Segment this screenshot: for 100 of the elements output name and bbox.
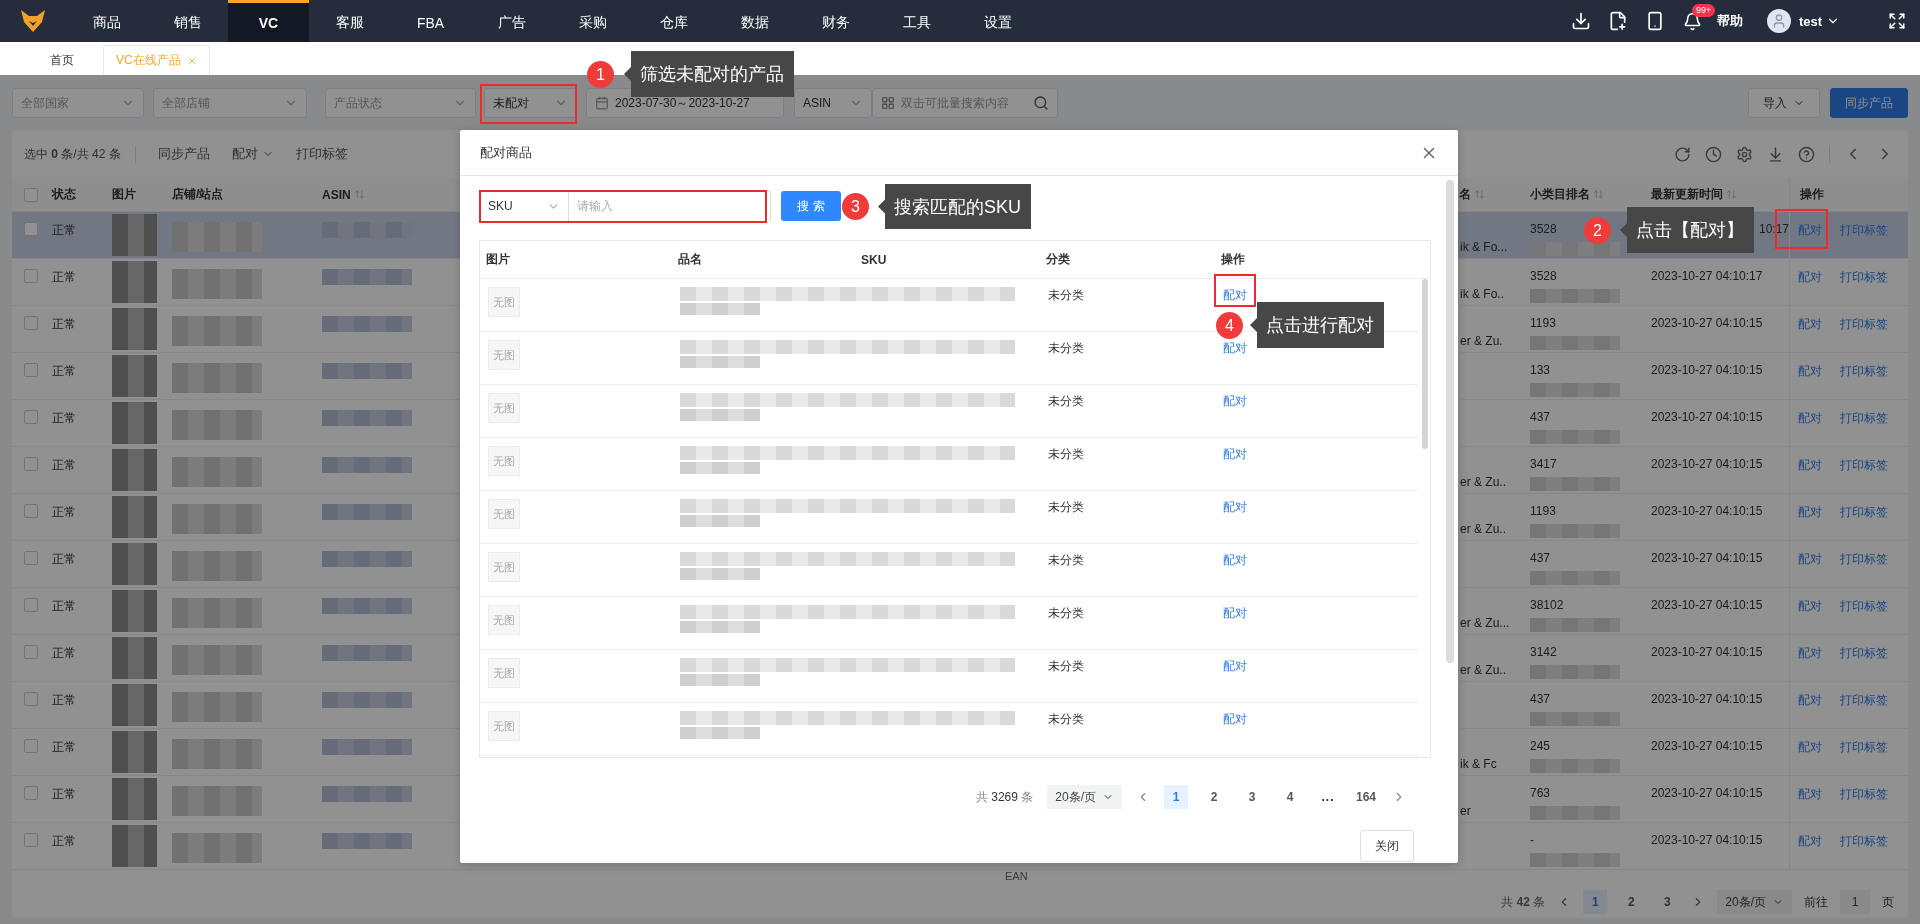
row-checkbox[interactable] [24, 645, 38, 659]
nav-menu-item[interactable]: FBA [390, 0, 471, 42]
pair-link[interactable]: 配对 [1798, 786, 1822, 803]
pair-link[interactable]: 配对 [1223, 552, 1406, 569]
pair-link[interactable]: 配对 [1798, 504, 1822, 521]
page-number[interactable]: 3 [1240, 785, 1264, 809]
nav-menu-item[interactable]: 工具 [876, 0, 957, 42]
user-avatar[interactable] [1766, 9, 1791, 33]
import-button[interactable]: 导入 [1748, 88, 1820, 118]
pair-link[interactable]: 配对 [1223, 287, 1406, 304]
print-label-link[interactable]: 打印标签 [1840, 551, 1888, 568]
row-checkbox[interactable] [24, 833, 38, 847]
pair-link[interactable]: 配对 [1798, 739, 1822, 756]
page-size-select[interactable]: 20条/页 [1717, 890, 1792, 914]
sort-icon[interactable] [1474, 189, 1485, 200]
pair-link[interactable]: 配对 [1798, 410, 1822, 427]
refresh-icon[interactable] [1674, 145, 1691, 163]
search-button[interactable]: 搜 索 [781, 191, 841, 221]
row-checkbox[interactable] [24, 363, 38, 377]
page-number[interactable]: 1 [1583, 890, 1608, 914]
page-size-select[interactable]: 20条/页 [1047, 785, 1122, 809]
settings-icon[interactable] [1736, 145, 1753, 163]
pair-link[interactable]: 配对 [1223, 711, 1406, 728]
toolbar-action[interactable]: 同步产品 [157, 145, 210, 163]
pair-link[interactable]: 配对 [1223, 393, 1406, 410]
sort-icon[interactable] [353, 189, 365, 200]
print-label-link[interactable]: 打印标签 [1840, 269, 1888, 286]
download-icon[interactable] [1571, 11, 1592, 31]
print-label-link[interactable]: 打印标签 [1840, 739, 1888, 756]
goto-page-input[interactable]: 1 [1840, 890, 1870, 914]
grid-icon[interactable] [881, 96, 895, 110]
sort-icon[interactable] [1593, 189, 1604, 200]
sync-button[interactable]: 同步产品 [1830, 88, 1908, 118]
pair-link[interactable]: 配对 [1798, 551, 1822, 568]
page-number[interactable]: 3 [1655, 890, 1680, 914]
nav-menu-item[interactable]: 财务 [795, 0, 876, 42]
help-link[interactable]: 帮助 [1716, 12, 1743, 30]
row-checkbox[interactable] [24, 410, 38, 424]
page-number[interactable]: 2 [1619, 890, 1644, 914]
row-checkbox[interactable] [24, 316, 38, 330]
nav-menu-item[interactable]: 采购 [552, 0, 633, 42]
page-number[interactable]: 164 [1354, 785, 1378, 809]
row-checkbox[interactable] [24, 739, 38, 753]
page-number[interactable]: 4 [1278, 785, 1302, 809]
pair-link[interactable]: 配对 [1223, 658, 1406, 675]
toolbar-action[interactable]: 打印标签 [295, 145, 348, 163]
pair-link[interactable]: 配对 [1798, 598, 1822, 615]
print-label-link[interactable]: 打印标签 [1840, 316, 1888, 333]
print-label-link[interactable]: 打印标签 [1840, 833, 1888, 850]
row-checkbox[interactable] [24, 598, 38, 612]
expand-icon[interactable] [1888, 12, 1906, 30]
print-label-link[interactable]: 打印标签 [1840, 457, 1888, 474]
filter-select[interactable]: 未配对 [484, 88, 577, 118]
user-name[interactable]: test [1798, 13, 1822, 29]
column-header: 分类 [1046, 251, 1070, 268]
pair-link[interactable]: 配对 [1798, 833, 1822, 850]
row-checkbox[interactable] [24, 692, 38, 706]
row-checkbox[interactable] [24, 222, 38, 236]
pair-link[interactable]: 配对 [1798, 645, 1822, 662]
file-plus-icon[interactable] [1608, 11, 1629, 31]
pair-link[interactable]: 配对 [1223, 446, 1406, 463]
print-label-link[interactable]: 打印标签 [1840, 598, 1888, 615]
row-checkbox[interactable] [24, 269, 38, 283]
print-label-link[interactable]: 打印标签 [1840, 504, 1888, 521]
nav-menu-item[interactable]: 销售 [147, 0, 228, 42]
filter-select[interactable]: ASIN [794, 88, 872, 118]
clock-icon[interactable] [1705, 145, 1722, 163]
nav-menu-item[interactable]: 设置 [957, 0, 1038, 42]
print-label-link[interactable]: 打印标签 [1840, 692, 1888, 709]
toolbar-action[interactable]: 配对 [231, 145, 274, 163]
help-icon[interactable] [1798, 145, 1815, 163]
pair-link[interactable]: 配对 [1223, 605, 1406, 622]
row-checkbox[interactable] [24, 457, 38, 471]
row-checkbox[interactable] [24, 504, 38, 518]
row-checkbox[interactable] [24, 786, 38, 800]
sort-icon[interactable] [1726, 189, 1737, 200]
bell-icon[interactable] [1682, 11, 1702, 31]
print-label-link[interactable]: 打印标签 [1840, 363, 1888, 380]
pair-link[interactable]: 配对 [1223, 499, 1406, 516]
nav-menu-item[interactable]: 广告 [471, 0, 552, 42]
nav-menu-item[interactable]: 数据 [714, 0, 795, 42]
page-number[interactable]: 1 [1164, 785, 1188, 809]
nav-menu-item[interactable]: VC [228, 0, 309, 42]
print-label-link[interactable]: 打印标签 [1840, 410, 1888, 427]
page-tab[interactable]: 首页 [32, 45, 92, 75]
close-button[interactable]: 关闭 [1360, 830, 1414, 862]
nav-menu-item[interactable]: 仓库 [633, 0, 714, 42]
pair-link[interactable]: 配对 [1798, 269, 1822, 286]
nav-menu-item[interactable]: 客服 [309, 0, 390, 42]
print-label-link[interactable]: 打印标签 [1840, 786, 1888, 803]
pair-link[interactable]: 配对 [1798, 692, 1822, 709]
row-checkbox[interactable] [24, 551, 38, 565]
print-label-link[interactable]: 打印标签 [1840, 645, 1888, 662]
pair-link[interactable]: 配对 [1798, 316, 1822, 333]
search-icon[interactable] [1033, 95, 1049, 111]
nav-menu-item[interactable]: 商品 [66, 0, 147, 42]
select-all-checkbox[interactable] [24, 187, 38, 202]
pair-link[interactable]: 配对 [1798, 457, 1822, 474]
pair-link[interactable]: 配对 [1798, 363, 1822, 380]
page-number[interactable]: 2 [1202, 785, 1226, 809]
